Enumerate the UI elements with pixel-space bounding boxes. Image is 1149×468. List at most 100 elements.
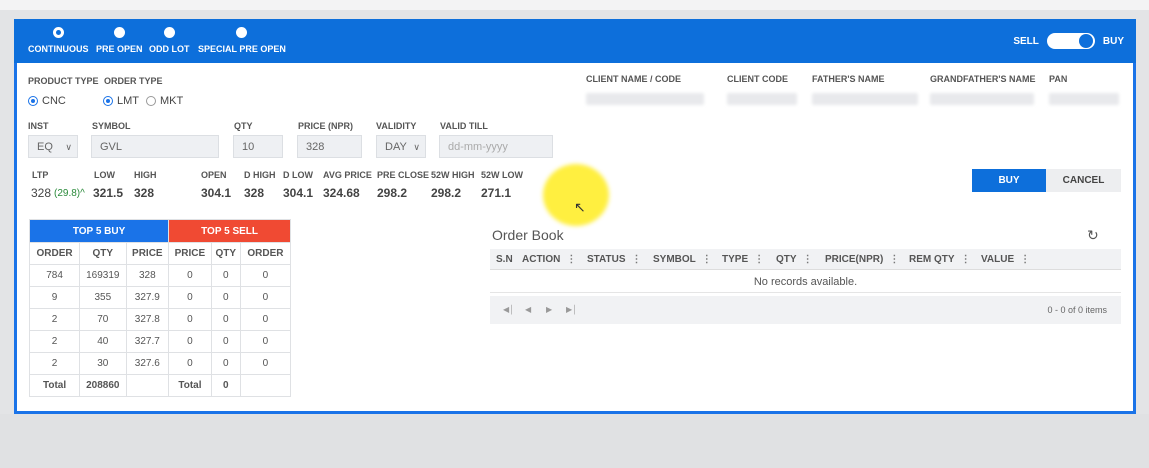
mode-odd-lot[interactable]: ODD LOT bbox=[149, 27, 190, 54]
radio-cnc[interactable]: CNC bbox=[28, 95, 66, 107]
kebab-menu-icon[interactable]: ⋮ bbox=[702, 254, 712, 265]
qty-input[interactable]: 10 bbox=[233, 135, 283, 158]
sell-total-qty: 0 bbox=[210, 374, 241, 397]
52w-high-label: 52W HIGH bbox=[431, 170, 475, 180]
grandfather-name-field bbox=[930, 93, 1034, 105]
radio-lmt[interactable]: LMT bbox=[103, 95, 139, 107]
cell: 70 bbox=[79, 308, 127, 331]
symbol-label: SYMBOL bbox=[92, 121, 131, 131]
column-header-price[interactable]: PRICE(NPR) ⋮ bbox=[825, 254, 899, 265]
open-value: 304.1 bbox=[201, 186, 232, 200]
validity-select[interactable]: DAY ∨ bbox=[376, 135, 426, 158]
table-row: 9 355 327.9 0 0 0 bbox=[28, 286, 292, 309]
column-header: QTY bbox=[210, 242, 241, 265]
cell: 0 bbox=[210, 352, 241, 375]
cancel-button[interactable]: CANCEL bbox=[1046, 169, 1121, 192]
refresh-icon[interactable]: ↻ bbox=[1087, 227, 1099, 244]
buy-label: BUY bbox=[1102, 35, 1124, 47]
column-header-value[interactable]: VALUE ⋮ bbox=[981, 254, 1030, 265]
inst-select[interactable]: EQ ∨ bbox=[28, 135, 78, 158]
kebab-menu-icon[interactable]: ⋮ bbox=[632, 254, 642, 265]
column-header-sn[interactable]: S.N bbox=[496, 254, 513, 265]
radio-icon bbox=[163, 27, 175, 38]
kebab-menu-icon[interactable]: ⋮ bbox=[961, 254, 971, 265]
total-label: Total bbox=[28, 374, 81, 397]
qty-label: QTY bbox=[234, 121, 253, 131]
sell-label: SELL bbox=[1013, 35, 1039, 47]
cell: 0 bbox=[210, 308, 241, 331]
cell: 0 bbox=[239, 308, 292, 331]
column-header: ORDER bbox=[239, 242, 292, 265]
cell: 327.8 bbox=[125, 308, 170, 331]
buy-button[interactable]: BUY bbox=[972, 169, 1046, 192]
buy-total-qty: 208860 bbox=[79, 374, 127, 397]
column-header-status[interactable]: STATUS ⋮ bbox=[587, 254, 642, 265]
kebab-menu-icon[interactable]: ⋮ bbox=[754, 254, 764, 265]
product-type-label: PRODUCT TYPE bbox=[28, 76, 99, 86]
price-value: 328 bbox=[306, 140, 325, 153]
ltp-change: (29.8)^ bbox=[54, 188, 85, 199]
column-header: PRICE bbox=[125, 242, 170, 265]
mode-pre-open[interactable]: PRE OPEN bbox=[96, 27, 143, 54]
cell: 327.9 bbox=[125, 286, 170, 309]
cell: 0 bbox=[168, 330, 212, 353]
avg-price-value: 324.68 bbox=[323, 186, 360, 200]
mode-continuous[interactable]: CONTINUOUS bbox=[28, 27, 89, 54]
prev-page-icon[interactable]: ◀ bbox=[525, 305, 531, 314]
radio-icon bbox=[113, 27, 125, 38]
column-header-type[interactable]: TYPE ⋮ bbox=[722, 254, 764, 265]
column-header-action[interactable]: ACTION ⋮ bbox=[522, 254, 576, 265]
last-page-icon[interactable]: ▶│ bbox=[566, 305, 577, 314]
kebab-menu-icon[interactable]: ⋮ bbox=[889, 254, 899, 265]
cell: 327.6 bbox=[125, 352, 170, 375]
column-label: STATUS bbox=[587, 254, 626, 265]
father-name-field bbox=[812, 93, 918, 105]
column-header-rem-qty[interactable]: REM QTY ⋮ bbox=[909, 254, 971, 265]
validity-value: DAY bbox=[385, 140, 407, 153]
order-book-pager: ◀│ ◀ ▶ ▶│ 0 - 0 of 0 items bbox=[490, 296, 1121, 324]
symbol-input[interactable]: GVL bbox=[91, 135, 219, 158]
cell: 355 bbox=[79, 286, 127, 309]
kebab-menu-icon[interactable]: ⋮ bbox=[1020, 254, 1030, 265]
column-label: VALUE bbox=[981, 254, 1015, 265]
dhigh-value: 328 bbox=[244, 186, 265, 200]
52w-low-value: 271.1 bbox=[481, 186, 512, 200]
price-input[interactable]: 328 bbox=[297, 135, 362, 158]
cell: 0 bbox=[168, 264, 212, 287]
valid-till-input[interactable]: dd-mm-yyyy bbox=[439, 135, 553, 158]
buy-sell-toggle[interactable] bbox=[1046, 33, 1095, 49]
column-label: S.N bbox=[496, 254, 513, 265]
radio-label: MKT bbox=[160, 95, 184, 107]
first-page-icon[interactable]: ◀│ bbox=[503, 305, 514, 314]
column-header-qty[interactable]: QTY ⋮ bbox=[776, 254, 813, 265]
kebab-menu-icon[interactable]: ⋮ bbox=[566, 254, 576, 265]
pre-close-label: PRE CLOSE bbox=[377, 170, 430, 180]
chevron-down-icon: ∨ bbox=[65, 142, 72, 152]
radio-label: LMT bbox=[117, 95, 139, 107]
mode-label: ODD LOT bbox=[149, 44, 190, 54]
52w-high-value: 298.2 bbox=[431, 186, 462, 200]
cell: 0 bbox=[239, 264, 292, 287]
table-row: 2 30 327.6 0 0 0 bbox=[28, 352, 292, 375]
pager-info: 0 - 0 of 0 items bbox=[1047, 305, 1107, 315]
column-label: SYMBOL bbox=[653, 254, 696, 265]
mode-special-pre-open[interactable]: SPECIAL PRE OPEN bbox=[198, 27, 286, 54]
cell bbox=[125, 374, 170, 397]
cell: 0 bbox=[168, 308, 212, 331]
chevron-down-icon: ∨ bbox=[413, 142, 420, 152]
high-value: 328 bbox=[134, 186, 155, 200]
cell: 784 bbox=[28, 264, 81, 287]
radio-selected-icon bbox=[28, 96, 38, 106]
kebab-menu-icon[interactable]: ⋮ bbox=[803, 254, 813, 265]
client-code-field bbox=[727, 93, 797, 105]
dlow-label: D LOW bbox=[283, 170, 313, 180]
cell: 0 bbox=[210, 330, 241, 353]
next-page-icon[interactable]: ▶ bbox=[546, 305, 552, 314]
column-header-symbol[interactable]: SYMBOL ⋮ bbox=[653, 254, 712, 265]
column-label: ACTION bbox=[522, 254, 561, 265]
top5-column-headers: ORDER QTY PRICE PRICE QTY ORDER bbox=[28, 242, 292, 265]
cell: 2 bbox=[28, 352, 81, 375]
table-row: 2 70 327.8 0 0 0 bbox=[28, 308, 292, 331]
dhigh-label: D HIGH bbox=[244, 170, 276, 180]
radio-mkt[interactable]: MKT bbox=[146, 95, 183, 107]
